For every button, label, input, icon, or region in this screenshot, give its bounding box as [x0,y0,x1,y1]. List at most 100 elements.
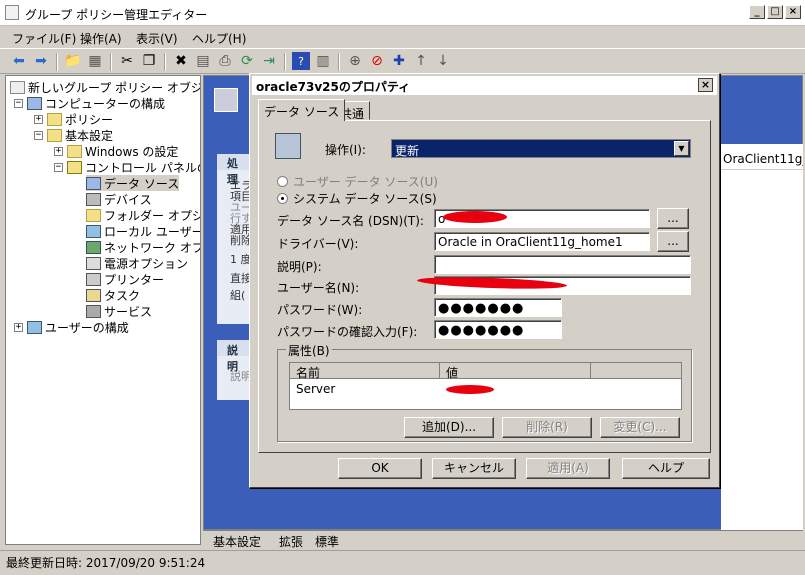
power-icon [86,256,101,270]
network-icon [86,240,101,254]
username-label: ユーザー名(N): [277,281,360,295]
up-folder-icon[interactable]: 📁 [64,52,82,70]
back-icon[interactable]: ⬅ [10,52,28,70]
system-dsn-radio[interactable]: システム データ ソース(S) [277,190,437,207]
new-item-icon[interactable]: ⊕ [346,52,364,70]
radio-icon [277,176,288,187]
column-value-header[interactable]: 値 [440,363,591,380]
attributes-list[interactable]: 名前 値 Server [289,362,682,410]
properties-dialog: oracle73v25のプロパティ × データ ソース 共通 操作(I): 更新… [249,73,720,488]
menu-bar: ファイル(F) 操作(A) 表示(V) ヘルプ(H) [0,27,805,47]
folder-icon [47,112,62,126]
tree-windows-settings[interactable]: + Windows の設定 [54,143,178,159]
tree-local-users[interactable]: ローカル ユーザーと [86,223,200,239]
attribute-row-name[interactable]: Server [296,382,335,396]
move-up-icon[interactable]: ↑ [412,52,430,70]
copy-icon[interactable]: ❐ [140,52,158,70]
tree-computer-config[interactable]: − コンピューターの構成 [14,95,165,111]
maximize-button[interactable]: □ [767,5,783,19]
attributes-group: 属性(B) 名前 値 Server 追加(D)... 削除(R) 変更(C)..… [277,342,692,442]
move-down-icon[interactable]: ↓ [434,52,452,70]
tree-power-options[interactable]: 電源オプション [86,255,188,271]
user-icon [27,320,42,334]
cut-icon[interactable]: ✂ [118,52,136,70]
tree-root[interactable]: 新しいグループ ポリシー オブジェクト [10,79,200,95]
folder-icon [67,144,82,158]
tree-preferences[interactable]: − 基本設定 [34,127,113,143]
dsn-label: データ ソース名 (DSN)(T): [277,214,424,228]
stop-icon[interactable]: ⊘ [368,52,386,70]
tree-user-config[interactable]: + ユーザーの構成 [14,319,129,335]
tab-extended[interactable]: 拡張 [279,533,303,550]
minimize-button[interactable]: _ [749,5,765,19]
password-confirm-input[interactable]: ●●●●●●● [434,320,562,339]
panel-icon[interactable]: ▥ [314,52,332,70]
driver-browse-button[interactable]: ... [657,231,689,252]
refresh-icon[interactable]: ⟳ [238,52,256,70]
dialog-title: oracle73v25のプロパティ [256,80,411,94]
computer-icon [27,96,42,110]
column-empty-header [591,363,681,379]
menu-help[interactable]: ヘルプ(H) [192,30,246,47]
tab-preferences[interactable]: 基本設定 [213,533,261,550]
tree-services[interactable]: サービス [86,303,152,319]
tree-tasks[interactable]: タスク [86,287,140,303]
show-tree-icon[interactable]: ▦ [86,52,104,70]
change-button[interactable]: 変更(C)... [600,417,680,438]
redaction-mark [446,385,494,394]
dsn-browse-button[interactable]: ... [657,208,689,229]
cancel-button[interactable]: キャンセル [432,458,516,479]
password-input[interactable]: ●●●●●●● [434,298,562,317]
help-icon[interactable]: ? [292,52,310,70]
add-button[interactable]: 追加(D)... [404,417,494,438]
tree-folder-options[interactable]: フォルダー オプション [86,207,200,223]
add-icon[interactable]: ✚ [390,52,408,70]
list-column-header[interactable]: OraClient11g_ [721,150,803,170]
menu-file[interactable]: ファイル(F) [12,30,76,47]
tree-data-sources[interactable]: データ ソース [86,175,180,191]
data-source-icon [86,176,101,190]
expand-icon: + [34,113,43,124]
forward-icon[interactable]: ➡ [32,52,50,70]
task-icon [86,288,101,302]
properties-icon[interactable]: ▤ [194,52,212,70]
action-select[interactable]: 更新 ▼ [391,139,691,158]
dialog-title-bar: oracle73v25のプロパティ × [252,76,717,95]
collapse-icon: − [54,161,63,172]
collapse-icon: − [34,129,43,140]
help-button[interactable]: ヘルプ [622,458,710,479]
apply-button[interactable]: 適用(A) [526,458,610,479]
chevron-down-icon: ▼ [674,141,689,156]
tree-control-panel[interactable]: −コントロール パネルの設 [54,159,200,175]
document-icon [10,80,25,94]
driver-input[interactable]: Oracle in OraClient11g_home1 [434,232,650,251]
ok-button[interactable]: OK [338,458,422,479]
menu-action[interactable]: 操作(A) [80,30,122,47]
view-tabs: 基本設定 拡張 標準 [203,530,803,550]
description-input[interactable] [434,255,691,274]
attributes-label: 属性(B) [286,342,332,359]
delete-icon[interactable]: ✖ [172,52,190,70]
expand-icon: + [54,145,63,156]
close-button[interactable]: × [785,5,801,19]
toolbar: ⬅ ➡ 📁 ▦ ✂ ❐ ✖ ▤ ⎙ ⟳ ⇥ ? ▥ ⊕ ⊘ ✚ ↑ ↓ [0,48,805,74]
print-icon[interactable]: ⎙ [216,52,234,70]
export-icon[interactable]: ⇥ [260,52,278,70]
menu-view[interactable]: 表示(V) [136,30,178,47]
printer-icon [86,272,101,286]
dialog-close-button[interactable]: × [698,78,713,92]
tab-data-source[interactable]: データ ソース [258,99,346,121]
tree-policy[interactable]: + ポリシー [34,111,113,127]
status-text: 最終更新日時: 2017/09/20 9:51:24 [6,556,206,570]
delete-button[interactable]: 削除(R) [502,417,592,438]
tree-network-options[interactable]: ネットワーク オプショ [86,239,200,255]
column-name-header[interactable]: 名前 [290,363,440,380]
tab-standard[interactable]: 標準 [315,533,339,550]
user-dsn-radio[interactable]: ユーザー データ ソース(U) [277,173,438,190]
list-area: OraClient11g_ [721,144,803,530]
tree-printers[interactable]: プリンター [86,271,164,287]
expand-icon: + [14,321,23,332]
data-source-large-icon [214,88,238,112]
main-window: グループ ポリシー管理エディター _ □ × ファイル(F) 操作(A) 表示(… [0,0,805,575]
tree-devices[interactable]: デバイス [86,191,152,207]
